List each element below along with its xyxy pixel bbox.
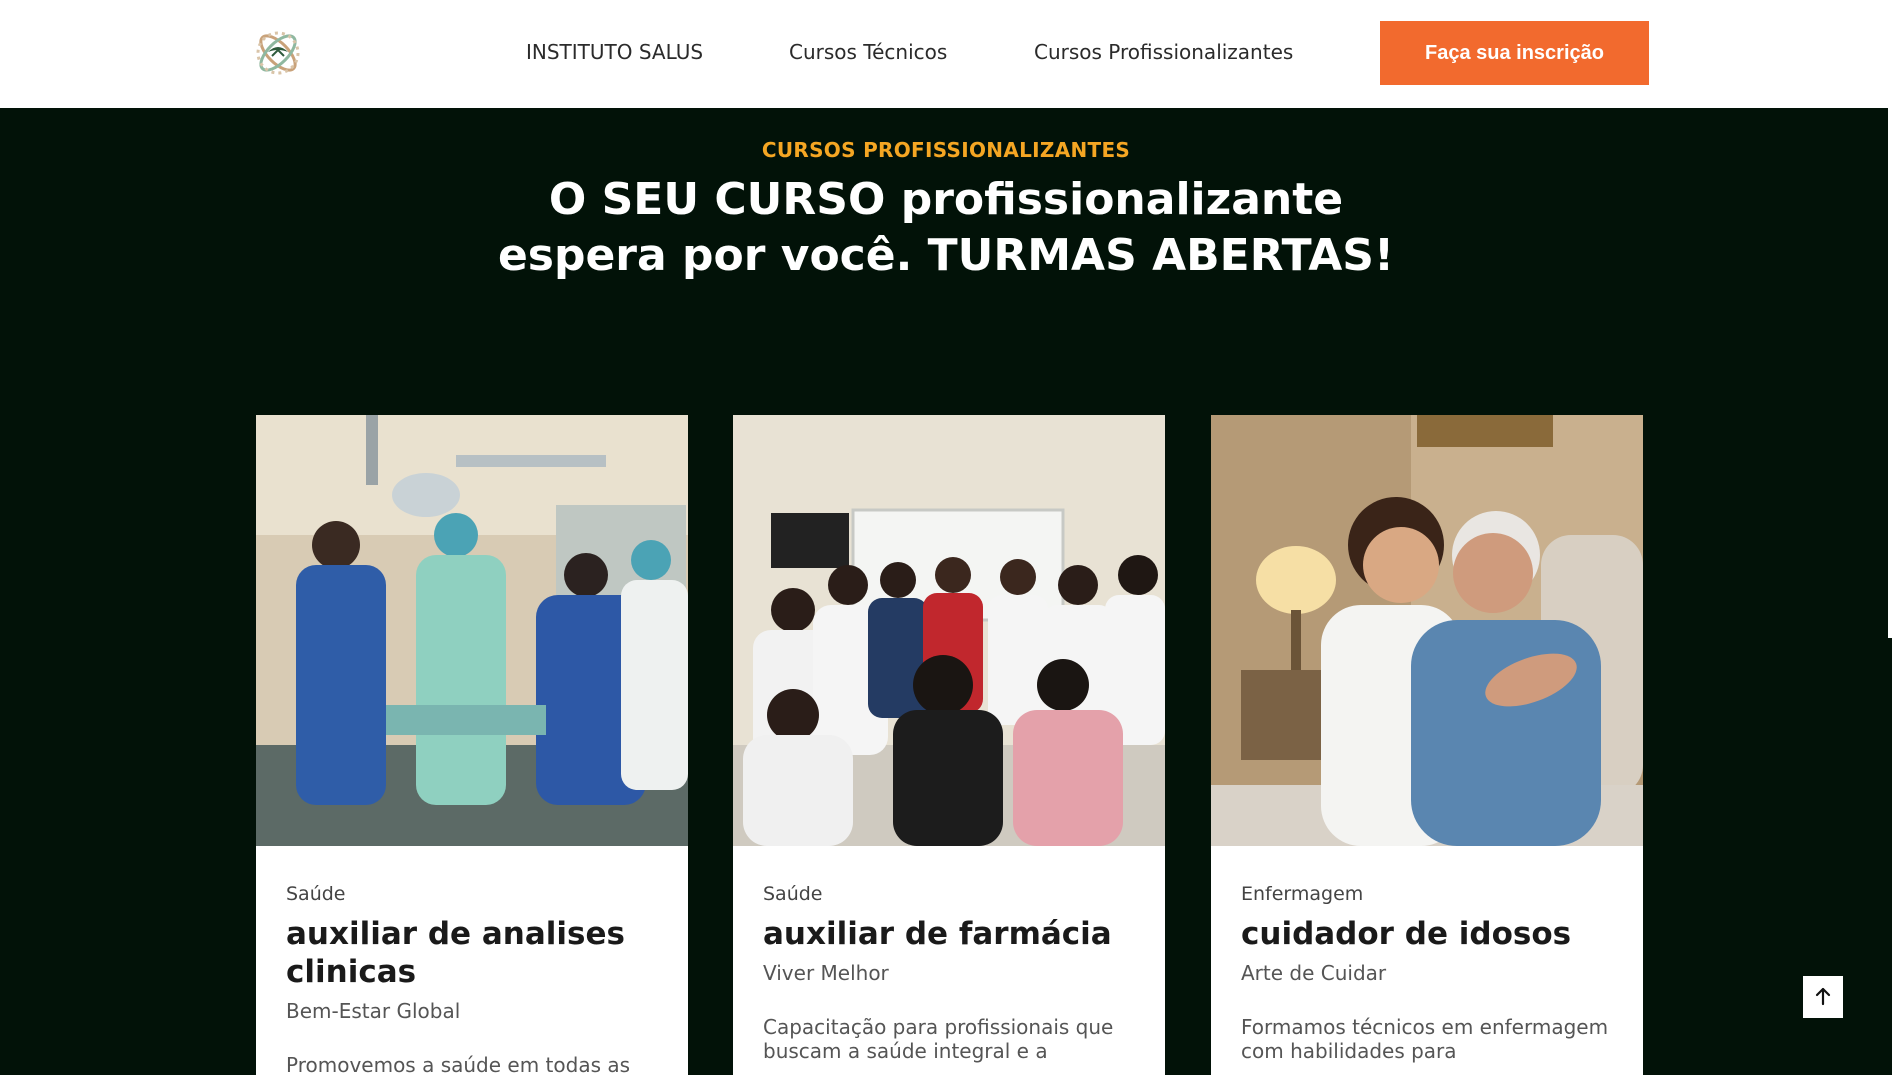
course-subtitle: Bem-Estar Global	[286, 999, 461, 1023]
caregiver-elderly-photo	[1211, 415, 1643, 846]
course-card[interactable]: Enfermagem cuidador de idosos Arte de Cu…	[1211, 415, 1643, 1075]
course-category: Saúde	[286, 883, 346, 905]
site-header: INSTITUTO SALUS Cursos Técnicos Cursos P…	[0, 0, 1892, 108]
card-body: Enfermagem cuidador de idosos Arte de Cu…	[1241, 883, 1621, 1063]
arrow-up-icon	[1814, 986, 1832, 1009]
course-category: Enfermagem	[1241, 883, 1364, 905]
card-body: Saúde auxiliar de analises clinicas Bem-…	[286, 883, 666, 1075]
course-subtitle: Arte de Cuidar	[1241, 961, 1387, 985]
nav-instituto-salus[interactable]: INSTITUTO SALUS	[526, 40, 703, 64]
enroll-button[interactable]: Faça sua inscrição	[1380, 21, 1649, 85]
page-scrollbar[interactable]	[1888, 108, 1892, 638]
course-title[interactable]: cuidador de idosos	[1241, 915, 1621, 953]
course-title[interactable]: auxiliar de farmácia	[763, 915, 1143, 953]
course-category: Saúde	[763, 883, 823, 905]
course-description: Capacitação para profissionais que busca…	[763, 1015, 1114, 1063]
headline-line-1: O SEU CURSO profissionalizante	[548, 174, 1344, 225]
course-description: Promovemos a saúde em todas as	[286, 1053, 631, 1075]
scroll-to-top-button[interactable]	[1803, 976, 1843, 1018]
course-subtitle: Viver Melhor	[763, 961, 889, 985]
course-title[interactable]: auxiliar de analises clinicas	[286, 915, 666, 991]
section-headline: O SEU CURSO profissionalizante espera po…	[396, 172, 1496, 284]
section-eyebrow: CURSOS PROFISSIONALIZANTES	[761, 138, 1131, 162]
headline-line-2: espera por você. TURMAS ABERTAS!	[497, 230, 1395, 281]
nav-cursos-profissionalizantes[interactable]: Cursos Profissionalizantes	[1034, 40, 1293, 64]
logo[interactable]	[250, 24, 306, 82]
lab-team-photo	[256, 415, 688, 846]
course-description: Formamos técnicos em enfermagem com habi…	[1241, 1015, 1609, 1063]
course-card[interactable]: Saúde auxiliar de analises clinicas Bem-…	[256, 415, 688, 1075]
course-card[interactable]: Saúde auxiliar de farmácia Viver Melhor …	[733, 415, 1165, 1075]
pharmacy-class-photo	[733, 415, 1165, 846]
card-body: Saúde auxiliar de farmácia Viver Melhor …	[763, 883, 1143, 1063]
nav-cursos-tecnicos[interactable]: Cursos Técnicos	[789, 40, 947, 64]
